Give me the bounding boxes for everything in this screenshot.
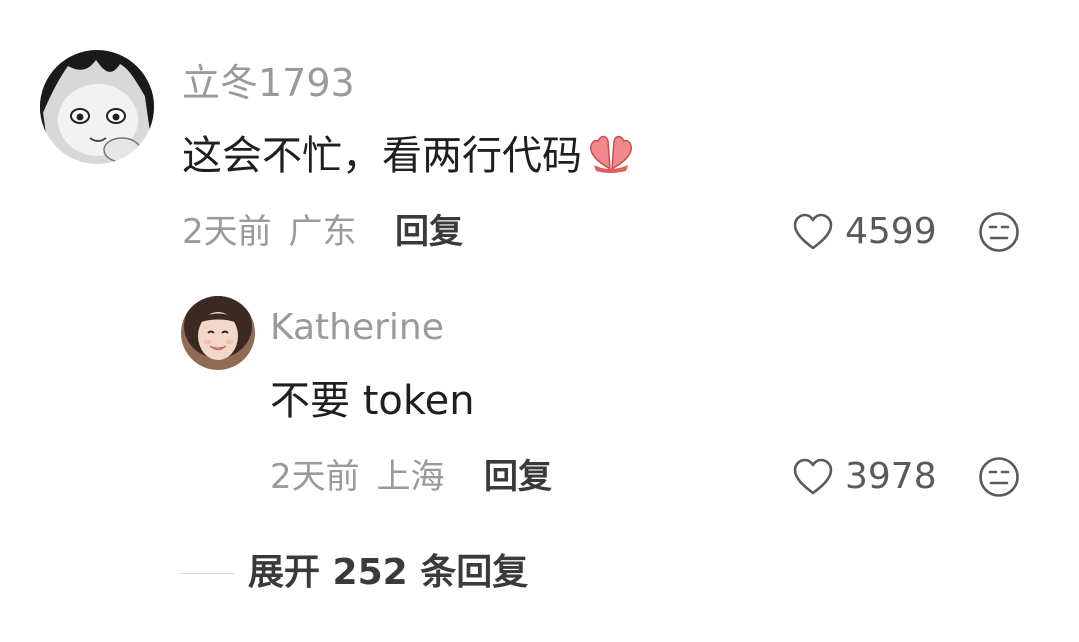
reply-avatar[interactable] xyxy=(181,296,255,370)
comment-location: 广东 xyxy=(288,212,357,252)
comment-text: 这会不忙，看两行代码 xyxy=(182,133,582,179)
expand-divider xyxy=(180,573,234,574)
comment-reply-button[interactable]: 回复 xyxy=(395,210,463,254)
commenter-avatar[interactable] xyxy=(40,50,154,164)
reply-dislike-face-icon[interactable] xyxy=(977,455,1021,499)
expand-replies-button[interactable]: 展开 252 条回复 xyxy=(248,550,528,596)
comment-dislike-face-icon[interactable] xyxy=(977,210,1021,254)
comment-meta: 2天前 广东 xyxy=(182,210,356,254)
reply-time: 2天前 xyxy=(270,457,360,497)
reply-location: 上海 xyxy=(376,457,445,497)
reply-meta: 2天前 上海 xyxy=(270,455,444,499)
comment-time: 2天前 xyxy=(182,212,272,252)
reply-reply-button[interactable]: 回复 xyxy=(484,455,552,499)
comment-like-heart-icon[interactable] xyxy=(791,212,835,252)
folded-hands-icon xyxy=(586,131,636,186)
comment-text-container: 这会不忙，看两行代码 xyxy=(182,130,636,186)
comment-like-count: 4599 xyxy=(845,211,937,252)
reply-like-count: 3978 xyxy=(845,456,937,497)
reply-text: 不要 token xyxy=(270,378,475,424)
reply-username[interactable]: Katherine xyxy=(270,306,444,350)
commenter-username[interactable]: 立冬1793 xyxy=(182,60,355,106)
reply-like-heart-icon[interactable] xyxy=(791,457,835,497)
